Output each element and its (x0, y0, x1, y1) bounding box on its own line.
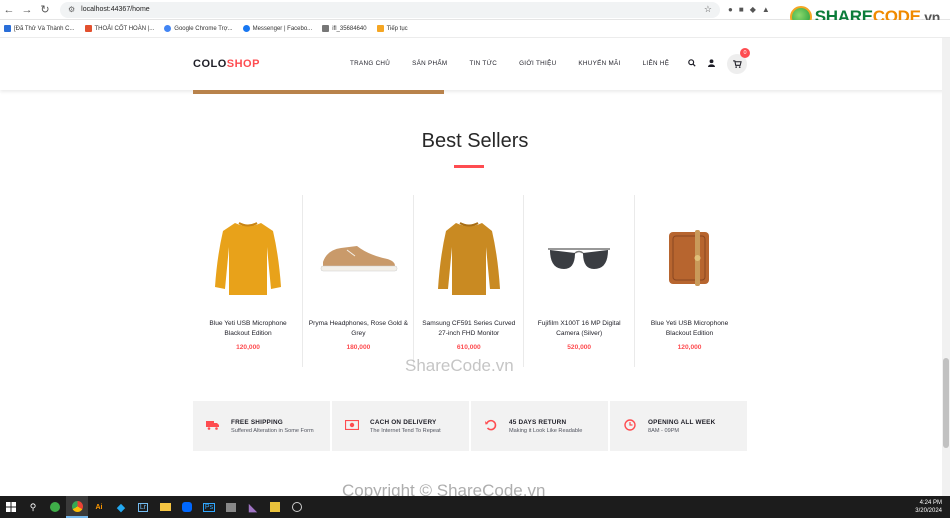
clock-time: 4:24 PM (919, 500, 942, 506)
app-icon[interactable] (220, 496, 242, 518)
feature-item: FREE SHIPPING Suffered Alteration in Some… (193, 401, 330, 451)
bookmark-item[interactable]: THOẢI CỐT HOÀN |... (84, 25, 154, 32)
extension-icon[interactable]: ■ (739, 5, 744, 14)
feature-item: CACH ON DELIVERY The Internet Tend To Rep… (332, 401, 469, 451)
vscode-icon[interactable]: ◆ (110, 496, 132, 518)
app-icon[interactable] (44, 496, 66, 518)
feature-subtitle: 8AM - 09PM (648, 427, 680, 434)
feature-item: OPENING ALL WEEK 8AM - 09PM (610, 401, 747, 451)
product-name[interactable]: Fujifilm X100T 16 MP Digital Camera (Sil… (528, 319, 630, 338)
feature-title: FREE SHIPPING (231, 418, 283, 426)
product-price: 180,000 (346, 344, 371, 351)
features-bar: FREE SHIPPING Suffered Alteration in Some… (193, 401, 747, 451)
feature-subtitle: Suffered Alteration in Some Form (231, 427, 314, 434)
extension-icon[interactable]: ● (728, 5, 733, 14)
search-icon[interactable]: ⚲ (22, 496, 44, 518)
menu-item-products[interactable]: SẢN PHẨM (412, 60, 447, 67)
site-header: COLOSHOP TRANG CHỦ SẢN PHẨM TIN TỨC GIỚI… (0, 38, 950, 90)
money-icon (344, 419, 360, 433)
main-menu: TRANG CHỦ SẢN PHẨM TIN TỨC GIỚI THIỆU KH… (350, 60, 669, 67)
menu-item-news[interactable]: TIN TỨC (469, 60, 497, 67)
product-grid: Blue Yeti USB Microphone Blackout Editio… (193, 195, 745, 367)
product-image-sunglasses[interactable] (534, 213, 624, 303)
menu-item-promotions[interactable]: KHUYẾN MÃI (578, 60, 620, 67)
address-bar[interactable]: ⚙ localhost:44367/home ☆ (60, 1, 720, 18)
bookmark-item[interactable]: Google Chrome Trợ... (164, 25, 233, 32)
product-name[interactable]: Blue Yeti USB Microphone Blackout Editio… (197, 319, 299, 338)
feature-subtitle: Making it Look Like Readable (509, 427, 583, 434)
app-icon[interactable] (264, 496, 286, 518)
feature-title: CACH ON DELIVERY (370, 418, 437, 426)
product-name[interactable]: Pryma Headphones, Rose Gold & Grey (307, 319, 409, 338)
app-icon[interactable] (286, 496, 308, 518)
feature-title: 45 DAYS RETURN (509, 418, 567, 426)
feature-subtitle: The Internet Tend To Repeat (370, 427, 441, 434)
extensions: ● ■ ◆ ▲ (728, 5, 770, 14)
reload-icon[interactable]: ↻ (36, 3, 54, 16)
page-scrollbar[interactable] (942, 38, 950, 496)
visual-studio-icon[interactable]: ◣ (242, 496, 264, 518)
bookmark-star-icon[interactable]: ☆ (704, 4, 712, 15)
zalo-icon[interactable] (176, 496, 198, 518)
cart-count-badge: 0 (740, 48, 750, 58)
chrome-icon[interactable] (66, 496, 88, 518)
menu-item-home[interactable]: TRANG CHỦ (350, 60, 390, 67)
taskbar-clock[interactable]: 4:24 PM 3/20/2024 (915, 499, 942, 515)
windows-taskbar: ⚲ Ai ◆ Lr Ps ◣ 4:24 PM 3/20/2024 (0, 496, 950, 518)
cart-icon (732, 60, 742, 68)
product-image-knit[interactable] (424, 213, 514, 303)
banner-bottom-edge (193, 90, 444, 94)
product-image-sweater[interactable] (203, 213, 293, 303)
clock-date: 3/20/2024 (915, 508, 942, 514)
lightroom-icon[interactable]: Lr (132, 496, 154, 518)
cart-button[interactable]: 0 (727, 48, 750, 74)
feature-item: 45 DAYS RETURN Making it Look Like Readab… (471, 401, 608, 451)
title-underline (454, 165, 484, 168)
bookmark-item[interactable]: Tiếp tục (376, 25, 408, 32)
product-card[interactable]: Fujifilm X100T 16 MP Digital Camera (Sil… (524, 195, 635, 367)
bookmark-item[interactable]: Messenger | Facebo... (242, 25, 312, 32)
product-name[interactable]: Samsung CF591 Series Curved 27-inch FHD … (418, 319, 520, 338)
bookmark-item[interactable]: [Đã Thử Và Thành C... (4, 25, 75, 32)
undo-icon (483, 419, 499, 434)
scrollbar-thumb[interactable] (943, 358, 949, 448)
truck-icon (205, 419, 221, 433)
extension-icon[interactable]: ◆ (750, 5, 756, 14)
product-price: 520,000 (567, 344, 592, 351)
product-price: 120,000 (677, 344, 702, 351)
product-card[interactable]: Pryma Headphones, Rose Gold & Grey 180,0… (303, 195, 414, 367)
menu-item-about[interactable]: GIỚI THIỆU (519, 60, 556, 67)
header-icons: 0 (688, 48, 750, 74)
extension-icon[interactable]: ▲ (762, 5, 770, 14)
section-title: Best Sellers (421, 130, 529, 152)
product-image-wallet[interactable] (645, 213, 735, 303)
product-card[interactable]: Blue Yeti USB Microphone Blackout Editio… (193, 195, 304, 367)
windows-start-icon[interactable] (0, 496, 22, 518)
product-name[interactable]: Blue Yeti USB Microphone Blackout Editio… (639, 319, 741, 338)
watermark-text: ShareCode.vn (405, 356, 514, 375)
clock-icon (622, 418, 638, 434)
product-price: 120,000 (236, 344, 260, 351)
feature-title: OPENING ALL WEEK (648, 418, 716, 426)
user-icon[interactable] (708, 59, 715, 69)
photoshop-icon[interactable]: Ps (198, 496, 220, 518)
product-card[interactable]: Blue Yeti USB Microphone Blackout Editio… (635, 195, 745, 367)
bookmarks-bar: [Đã Thử Và Thành C... THOẢI CỐT HOÀN |..… (0, 20, 950, 38)
back-icon[interactable]: ← (0, 4, 18, 16)
product-card[interactable]: Samsung CF591 Series Curved 27-inch FHD … (414, 195, 525, 367)
forward-icon[interactable]: → (18, 4, 36, 16)
folder-icon[interactable] (154, 496, 176, 518)
site-logo[interactable]: COLOSHOP (193, 58, 260, 70)
search-icon[interactable] (688, 59, 696, 69)
product-price: 610,000 (456, 344, 481, 351)
illustrator-icon[interactable]: Ai (88, 496, 110, 518)
product-image-shoe[interactable] (313, 213, 403, 303)
site-info-icon[interactable]: ⚙ (68, 5, 75, 14)
url-text: localhost:44367/home (81, 6, 150, 13)
menu-item-contact[interactable]: LIÊN HỆ (643, 60, 670, 67)
bookmark-item[interactable]: ifl_35684640 (322, 25, 367, 32)
